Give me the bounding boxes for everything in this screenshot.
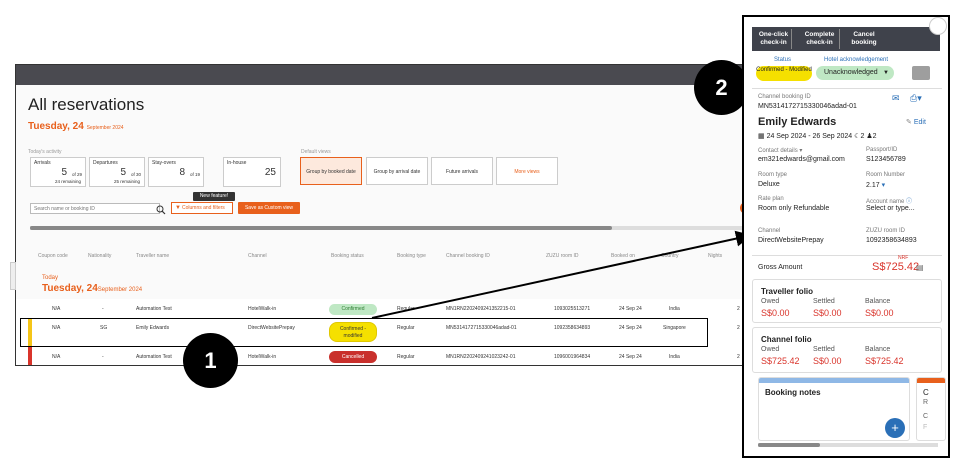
channel-booking-label: Channel booking ID [758, 94, 811, 100]
marker-2: 2 [694, 60, 749, 115]
booking-detail-panel: One-click check-in Complete check-in Can… [742, 15, 950, 458]
peek-letter: R [923, 399, 929, 406]
settled-label: Settled [813, 298, 835, 305]
guest-name: Emily Edwards [758, 116, 837, 128]
settled-value: S$0.00 [813, 308, 842, 318]
channel-label: Channel [758, 228, 781, 234]
card-title: Channel folio [761, 335, 812, 344]
channel-folio-card[interactable]: Channel folio Owed Settled Balance S$725… [752, 327, 942, 373]
one-click-checkin-button[interactable]: One-click check-in [756, 29, 792, 49]
settled-label: Settled [813, 346, 835, 353]
edit-label: Edit [913, 119, 926, 126]
stay-dates-text: 24 Sep 2024 - 26 Sep 2024 [766, 133, 853, 140]
card-header-strip [759, 378, 909, 383]
peek-letter: C [923, 413, 929, 420]
panel-scrollbar-thumb[interactable] [758, 443, 820, 447]
passport-label: Passport/ID [866, 147, 898, 153]
chevron-down-icon: ▾ [881, 182, 886, 189]
zuzu-room-value: 1092358634893 [866, 237, 917, 244]
print-icon[interactable]: ⎙▾ [910, 93, 922, 104]
close-icon[interactable] [929, 17, 947, 35]
complete-checkin-button[interactable]: Complete check-in [800, 29, 840, 49]
room-type-value: Deluxe [758, 181, 780, 188]
settled-value: S$0.00 [813, 356, 842, 366]
next-card-peek[interactable]: C R C F [916, 377, 946, 441]
stay-dates: ▦ 24 Sep 2024 - 26 Sep 2024 ☾2 ♟2 [758, 132, 877, 140]
rate-plan-value: Room only Refundable [758, 205, 830, 212]
account-name-input[interactable]: Select or type... [866, 205, 915, 212]
owed-value: S$725.42 [761, 356, 800, 366]
room-number-label: Room Number [866, 172, 906, 178]
chevron-down-icon: ▼ [883, 70, 889, 76]
room-type-label: Room type [758, 172, 788, 178]
room-number-dropdown[interactable]: 2.17 ▾ [866, 181, 885, 189]
ack-dropdown[interactable]: Unacknowledged ▼ [816, 66, 894, 80]
contact-email: em321edwards@gmail.com [758, 156, 845, 163]
booking-notes-card[interactable]: Booking notes + [758, 377, 910, 441]
room-number-value: 2.17 [866, 182, 880, 189]
nights-count: 2 [860, 133, 865, 140]
room-key-icon[interactable] [912, 66, 930, 80]
account-name-label: Account name ⓘ [866, 196, 912, 205]
booking-notes-title: Booking notes [765, 388, 821, 397]
ack-label: Hotel acknowledgement [824, 57, 889, 63]
pencil-icon: ✎ [906, 119, 912, 126]
email-icon[interactable]: ✉ [892, 93, 900, 104]
channel-booking-id: MN5314172715330046adad-01 [758, 103, 857, 110]
passport-value: S123456789 [866, 156, 906, 163]
cancel-booking-button[interactable]: Cancel booking [846, 29, 882, 49]
divider [752, 255, 942, 256]
zuzu-room-label: ZUZU room ID [866, 228, 905, 234]
card-title: Traveller folio [761, 287, 814, 296]
peek-letter: F [923, 424, 928, 431]
gross-amount-label: Gross Amount [758, 264, 803, 271]
rate-plan-label: Rate plan [758, 196, 784, 202]
balance-label: Balance [865, 298, 891, 305]
contact-label-text: Contact details [758, 148, 798, 154]
panel-action-bar: One-click check-in Complete check-in Can… [752, 27, 940, 51]
status-dropdown[interactable]: Confirmed - Modified [756, 66, 812, 81]
balance-value: S$0.00 [865, 308, 894, 318]
add-note-button[interactable]: + [885, 418, 905, 438]
contact-label[interactable]: Contact details ▾ [758, 147, 802, 154]
edit-link[interactable]: ✎ Edit [906, 118, 926, 126]
traveller-folio-card[interactable]: Traveller folio Owed Settled Balance S$0… [752, 279, 942, 323]
balance-label: Balance [865, 346, 891, 353]
owed-label: Owed [761, 298, 780, 305]
owed-value: S$0.00 [761, 308, 790, 318]
divider [752, 88, 942, 89]
peek-letter: C [923, 388, 929, 397]
balance-value: S$725.42 [865, 356, 904, 366]
calculator-icon[interactable]: ▤ [916, 263, 924, 272]
gross-amount-value: S$725.42 [872, 261, 920, 273]
calendar-icon: ▦ [758, 133, 765, 140]
guests-count: 2 [872, 133, 877, 140]
channel-value: DirectWebsitePrepay [758, 237, 824, 244]
ack-value: Unacknowledged [824, 69, 878, 76]
status-label: Status [774, 57, 792, 63]
marker-1: 1 [183, 333, 238, 388]
owed-label: Owed [761, 346, 780, 353]
card-header-strip [917, 378, 945, 383]
